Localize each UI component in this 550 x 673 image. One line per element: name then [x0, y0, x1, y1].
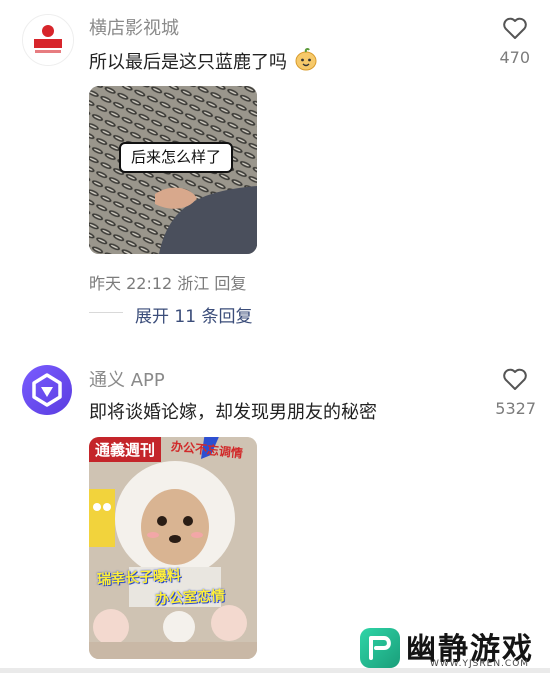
comment-text-content: 所以最后是这只蓝鹿了吗 — [89, 52, 287, 73]
expand-replies-link[interactable]: 展开 11 条回复 — [135, 302, 252, 327]
comment-text: 即将谈婚论嫁，却发现男朋友的秘密 — [89, 402, 377, 423]
image-caption: 后来怎么样了 — [119, 142, 234, 173]
author-avatar-tongyi[interactable] — [22, 365, 72, 415]
image-headline-2: 办公室恋情 — [154, 588, 226, 608]
mascot-photo — [89, 437, 257, 659]
comment-author[interactable]: 通义 APP — [89, 366, 165, 392]
comment-meta[interactable]: 昨天 22:12 浙江 回复 — [89, 270, 246, 294]
heart-icon — [503, 368, 527, 390]
hengdian-logo-icon — [23, 15, 73, 65]
tongyi-logo-icon — [22, 365, 72, 415]
like-button[interactable] — [502, 16, 528, 44]
comment-author[interactable]: 横店影视城 — [89, 14, 179, 40]
comment-image[interactable]: 通義週刊 办公不忘调情 瑞幸长子曝料 办公室恋情 — [89, 437, 257, 659]
author-avatar-hengdian[interactable] — [22, 14, 74, 66]
image-banner: 通義週刊 — [89, 437, 162, 462]
like-count: 470 — [499, 48, 530, 67]
heart-icon — [503, 17, 527, 39]
like-button[interactable] — [502, 367, 528, 395]
comment-image[interactable]: 后来怎么样了 — [89, 86, 257, 254]
smiling-pear-emoji-icon — [293, 46, 319, 77]
divider — [89, 312, 123, 313]
comment-text: 所以最后是这只蓝鹿了吗 — [89, 46, 319, 77]
like-count: 5327 — [495, 399, 536, 418]
site-watermark-logo — [360, 628, 400, 668]
bottom-bar — [0, 668, 550, 673]
watermark-logo-icon — [360, 628, 400, 668]
